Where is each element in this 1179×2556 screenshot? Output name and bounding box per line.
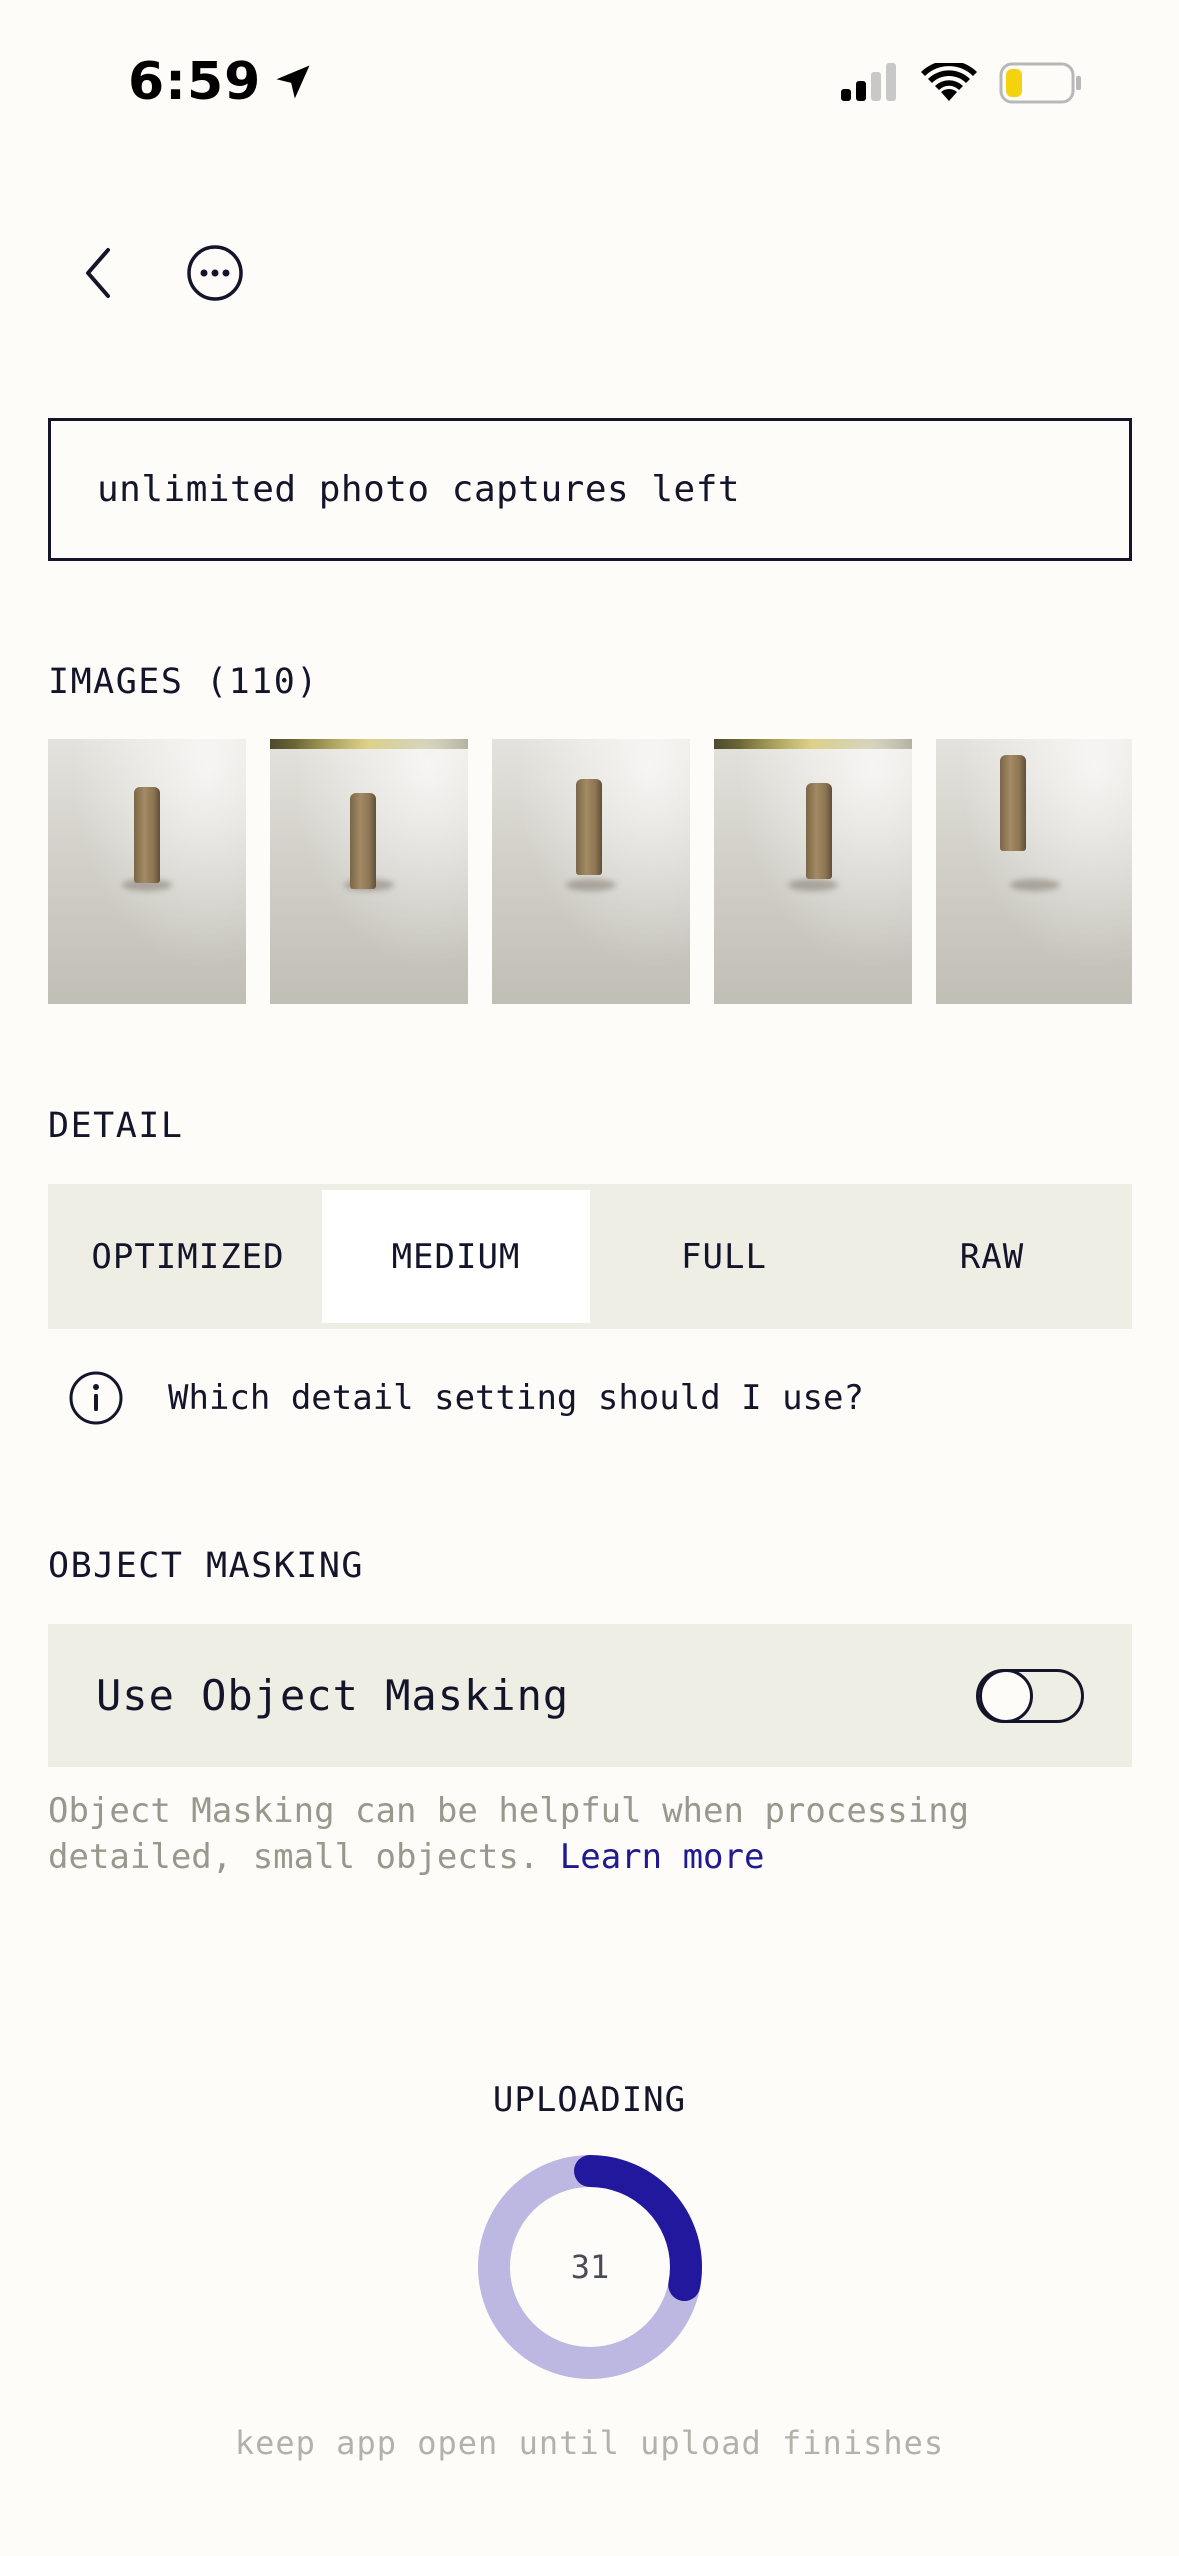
location-arrow-icon (276, 65, 310, 99)
detail-option-medium[interactable]: MEDIUM (322, 1190, 590, 1323)
captures-remaining-box: unlimited photo captures left (48, 418, 1132, 561)
image-thumbnail[interactable] (936, 739, 1132, 1004)
uploading-label: UPLOADING (492, 2080, 687, 2120)
status-time: 6:59 (128, 52, 315, 112)
detail-option-full[interactable]: FULL (590, 1190, 858, 1323)
detail-section-label: DETAIL (48, 1106, 184, 1146)
detail-option-raw[interactable]: RAW (858, 1190, 1126, 1323)
images-section-label: IMAGES (110) (48, 662, 319, 702)
cellular-signal-icon (841, 63, 896, 101)
detail-segmented-control: OPTIMIZED MEDIUM FULL RAW (48, 1184, 1132, 1329)
object-masking-row: Use Object Masking (48, 1624, 1132, 1767)
object-masking-label: Use Object Masking (96, 1671, 570, 1720)
upload-screen: 6:59 unlimited photo captures left IMAGE… (0, 0, 1179, 2556)
image-thumbnail[interactable] (270, 739, 468, 1004)
more-options-button[interactable] (186, 244, 244, 302)
upload-progress-value: 31 (570, 2248, 610, 2286)
masking-note-text: Object Masking can be helpful when proce… (48, 1791, 970, 1877)
back-button[interactable] (70, 240, 126, 306)
image-thumbnail[interactable] (714, 739, 912, 1004)
info-icon (69, 1371, 123, 1425)
battery-icon (999, 62, 1081, 104)
status-time-text: 6:59 (128, 52, 262, 112)
image-thumbnails[interactable] (48, 739, 1132, 1004)
captures-remaining-text: unlimited photo captures left (97, 469, 741, 510)
status-icons (839, 62, 1083, 104)
detail-help-link[interactable]: Which detail setting should I use? (68, 1370, 864, 1426)
detail-help-text: Which detail setting should I use? (168, 1378, 864, 1418)
upload-note: keep app open until upload finishes (234, 2424, 945, 2462)
wifi-icon (921, 63, 977, 101)
toggle-knob (979, 1668, 1033, 1723)
detail-option-optimized[interactable]: OPTIMIZED (54, 1190, 322, 1323)
masking-note: Object Masking can be helpful when proce… (48, 1788, 1048, 1880)
learn-more-link[interactable]: Learn more (560, 1837, 765, 1877)
object-masking-toggle[interactable] (976, 1668, 1084, 1723)
image-thumbnail[interactable] (48, 739, 246, 1004)
masking-section-label: OBJECT MASKING (48, 1546, 365, 1586)
image-thumbnail[interactable] (492, 739, 690, 1004)
